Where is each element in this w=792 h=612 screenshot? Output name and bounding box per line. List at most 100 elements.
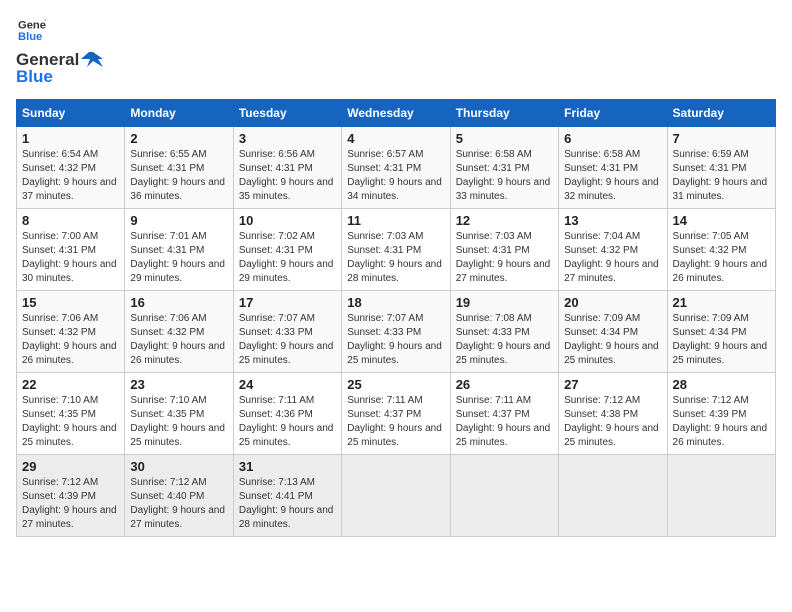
day-number: 10: [239, 213, 336, 228]
calendar-day-cell: 28 Sunrise: 7:12 AMSunset: 4:39 PMDaylig…: [667, 373, 775, 455]
calendar-day-cell: 20 Sunrise: 7:09 AMSunset: 4:34 PMDaylig…: [559, 291, 667, 373]
day-info: Sunrise: 7:06 AMSunset: 4:32 PMDaylight:…: [22, 312, 119, 368]
day-number: 8: [22, 213, 119, 228]
day-number: 2: [130, 131, 227, 146]
day-info: Sunrise: 6:54 AMSunset: 4:32 PMDaylight:…: [22, 148, 119, 204]
calendar-day-cell: 18 Sunrise: 7:07 AMSunset: 4:33 PMDaylig…: [342, 291, 450, 373]
day-number: 18: [347, 295, 444, 310]
calendar-day-cell: 13 Sunrise: 7:04 AMSunset: 4:32 PMDaylig…: [559, 209, 667, 291]
svg-text:Blue: Blue: [18, 31, 42, 43]
day-info: Sunrise: 7:13 AMSunset: 4:41 PMDaylight:…: [239, 476, 336, 532]
day-info: Sunrise: 7:04 AMSunset: 4:32 PMDaylight:…: [564, 230, 661, 286]
day-number: 17: [239, 295, 336, 310]
calendar-day-cell: 16 Sunrise: 7:06 AMSunset: 4:32 PMDaylig…: [125, 291, 233, 373]
calendar-day-cell: 27 Sunrise: 7:12 AMSunset: 4:38 PMDaylig…: [559, 373, 667, 455]
calendar-week-row: 15 Sunrise: 7:06 AMSunset: 4:32 PMDaylig…: [17, 291, 776, 373]
day-info: Sunrise: 7:02 AMSunset: 4:31 PMDaylight:…: [239, 230, 336, 286]
day-number: 11: [347, 213, 444, 228]
calendar-header-row: SundayMondayTuesdayWednesdayThursdayFrid…: [17, 100, 776, 127]
day-number: 3: [239, 131, 336, 146]
calendar-week-row: 8 Sunrise: 7:00 AMSunset: 4:31 PMDayligh…: [17, 209, 776, 291]
day-info: Sunrise: 6:58 AMSunset: 4:31 PMDaylight:…: [456, 148, 553, 204]
calendar-day-cell: 19 Sunrise: 7:08 AMSunset: 4:33 PMDaylig…: [450, 291, 558, 373]
calendar-day-cell: 1 Sunrise: 6:54 AMSunset: 4:32 PMDayligh…: [17, 127, 125, 209]
calendar-day-cell: 4 Sunrise: 6:57 AMSunset: 4:31 PMDayligh…: [342, 127, 450, 209]
day-info: Sunrise: 7:05 AMSunset: 4:32 PMDaylight:…: [673, 230, 770, 286]
calendar-day-cell: 22 Sunrise: 7:10 AMSunset: 4:35 PMDaylig…: [17, 373, 125, 455]
day-info: Sunrise: 7:09 AMSunset: 4:34 PMDaylight:…: [564, 312, 661, 368]
day-number: 25: [347, 377, 444, 392]
calendar-day-cell: [342, 455, 450, 537]
day-info: Sunrise: 6:57 AMSunset: 4:31 PMDaylight:…: [347, 148, 444, 204]
weekday-header: Saturday: [667, 100, 775, 127]
calendar-day-cell: 17 Sunrise: 7:07 AMSunset: 4:33 PMDaylig…: [233, 291, 341, 373]
weekday-header: Wednesday: [342, 100, 450, 127]
calendar-day-cell: 25 Sunrise: 7:11 AMSunset: 4:37 PMDaylig…: [342, 373, 450, 455]
svg-text:General: General: [18, 20, 46, 32]
day-info: Sunrise: 7:11 AMSunset: 4:36 PMDaylight:…: [239, 394, 336, 450]
day-info: Sunrise: 7:07 AMSunset: 4:33 PMDaylight:…: [239, 312, 336, 368]
day-number: 26: [456, 377, 553, 392]
calendar-day-cell: 26 Sunrise: 7:11 AMSunset: 4:37 PMDaylig…: [450, 373, 558, 455]
day-info: Sunrise: 7:00 AMSunset: 4:31 PMDaylight:…: [22, 230, 119, 286]
day-number: 13: [564, 213, 661, 228]
day-number: 1: [22, 131, 119, 146]
calendar-day-cell: 11 Sunrise: 7:03 AMSunset: 4:31 PMDaylig…: [342, 209, 450, 291]
calendar-day-cell: 31 Sunrise: 7:13 AMSunset: 4:41 PMDaylig…: [233, 455, 341, 537]
logo-bird-icon: [81, 49, 103, 71]
day-number: 7: [673, 131, 770, 146]
day-number: 31: [239, 459, 336, 474]
day-info: Sunrise: 7:12 AMSunset: 4:39 PMDaylight:…: [22, 476, 119, 532]
logo-icon: General Blue: [18, 16, 46, 44]
day-info: Sunrise: 6:58 AMSunset: 4:31 PMDaylight:…: [564, 148, 661, 204]
day-number: 23: [130, 377, 227, 392]
day-info: Sunrise: 7:10 AMSunset: 4:35 PMDaylight:…: [22, 394, 119, 450]
weekday-header: Thursday: [450, 100, 558, 127]
day-number: 4: [347, 131, 444, 146]
day-info: Sunrise: 7:01 AMSunset: 4:31 PMDaylight:…: [130, 230, 227, 286]
calendar-day-cell: 8 Sunrise: 7:00 AMSunset: 4:31 PMDayligh…: [17, 209, 125, 291]
calendar-week-row: 22 Sunrise: 7:10 AMSunset: 4:35 PMDaylig…: [17, 373, 776, 455]
day-number: 22: [22, 377, 119, 392]
weekday-header: Monday: [125, 100, 233, 127]
day-number: 6: [564, 131, 661, 146]
calendar-day-cell: 23 Sunrise: 7:10 AMSunset: 4:35 PMDaylig…: [125, 373, 233, 455]
day-info: Sunrise: 7:11 AMSunset: 4:37 PMDaylight:…: [456, 394, 553, 450]
calendar-table: SundayMondayTuesdayWednesdayThursdayFrid…: [16, 99, 776, 537]
day-number: 19: [456, 295, 553, 310]
day-number: 12: [456, 213, 553, 228]
day-number: 28: [673, 377, 770, 392]
day-number: 5: [456, 131, 553, 146]
calendar-day-cell: 6 Sunrise: 6:58 AMSunset: 4:31 PMDayligh…: [559, 127, 667, 209]
day-info: Sunrise: 7:10 AMSunset: 4:35 PMDaylight:…: [130, 394, 227, 450]
calendar-day-cell: 7 Sunrise: 6:59 AMSunset: 4:31 PMDayligh…: [667, 127, 775, 209]
calendar-body: 1 Sunrise: 6:54 AMSunset: 4:32 PMDayligh…: [17, 127, 776, 537]
calendar-day-cell: 9 Sunrise: 7:01 AMSunset: 4:31 PMDayligh…: [125, 209, 233, 291]
calendar-day-cell: 3 Sunrise: 6:56 AMSunset: 4:31 PMDayligh…: [233, 127, 341, 209]
day-info: Sunrise: 7:03 AMSunset: 4:31 PMDaylight:…: [456, 230, 553, 286]
day-info: Sunrise: 7:07 AMSunset: 4:33 PMDaylight:…: [347, 312, 444, 368]
day-info: Sunrise: 7:09 AMSunset: 4:34 PMDaylight:…: [673, 312, 770, 368]
day-info: Sunrise: 7:11 AMSunset: 4:37 PMDaylight:…: [347, 394, 444, 450]
day-number: 21: [673, 295, 770, 310]
calendar-day-cell: 14 Sunrise: 7:05 AMSunset: 4:32 PMDaylig…: [667, 209, 775, 291]
calendar-week-row: 1 Sunrise: 6:54 AMSunset: 4:32 PMDayligh…: [17, 127, 776, 209]
calendar-week-row: 29 Sunrise: 7:12 AMSunset: 4:39 PMDaylig…: [17, 455, 776, 537]
weekday-header: Friday: [559, 100, 667, 127]
day-info: Sunrise: 6:59 AMSunset: 4:31 PMDaylight:…: [673, 148, 770, 204]
calendar-day-cell: [667, 455, 775, 537]
calendar-day-cell: 2 Sunrise: 6:55 AMSunset: 4:31 PMDayligh…: [125, 127, 233, 209]
calendar-day-cell: 21 Sunrise: 7:09 AMSunset: 4:34 PMDaylig…: [667, 291, 775, 373]
calendar-day-cell: [450, 455, 558, 537]
day-number: 9: [130, 213, 227, 228]
day-number: 27: [564, 377, 661, 392]
day-info: Sunrise: 7:12 AMSunset: 4:39 PMDaylight:…: [673, 394, 770, 450]
day-number: 29: [22, 459, 119, 474]
day-number: 16: [130, 295, 227, 310]
day-number: 24: [239, 377, 336, 392]
calendar-day-cell: 30 Sunrise: 7:12 AMSunset: 4:40 PMDaylig…: [125, 455, 233, 537]
calendar-day-cell: 29 Sunrise: 7:12 AMSunset: 4:39 PMDaylig…: [17, 455, 125, 537]
calendar-day-cell: 24 Sunrise: 7:11 AMSunset: 4:36 PMDaylig…: [233, 373, 341, 455]
day-info: Sunrise: 7:06 AMSunset: 4:32 PMDaylight:…: [130, 312, 227, 368]
calendar-day-cell: 12 Sunrise: 7:03 AMSunset: 4:31 PMDaylig…: [450, 209, 558, 291]
